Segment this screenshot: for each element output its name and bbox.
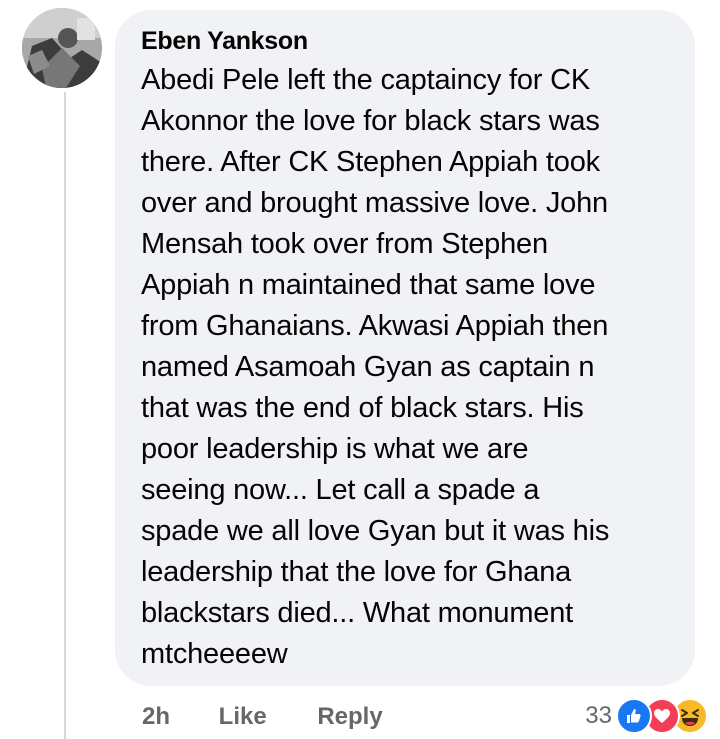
avatar-photo — [22, 8, 102, 88]
avatar[interactable] — [22, 8, 102, 88]
reaction-count: 33 — [585, 702, 612, 729]
comment-author[interactable]: Eben Yankson — [141, 26, 679, 56]
comment-timestamp[interactable]: 2h — [142, 700, 212, 734]
reply-button[interactable]: Reply — [317, 700, 382, 734]
like-button[interactable]: Like — [219, 700, 311, 734]
like-icon — [616, 698, 652, 734]
reaction-summary[interactable]: 33 — [585, 698, 708, 734]
comment-text: Abedi Pele left the captaincy for CK Ako… — [141, 64, 610, 670]
comment-actions: 2h Like Reply — [142, 700, 383, 734]
comment-bubble: Eben Yankson Abedi Pele left the captain… — [115, 10, 695, 686]
thread-line — [64, 92, 66, 739]
